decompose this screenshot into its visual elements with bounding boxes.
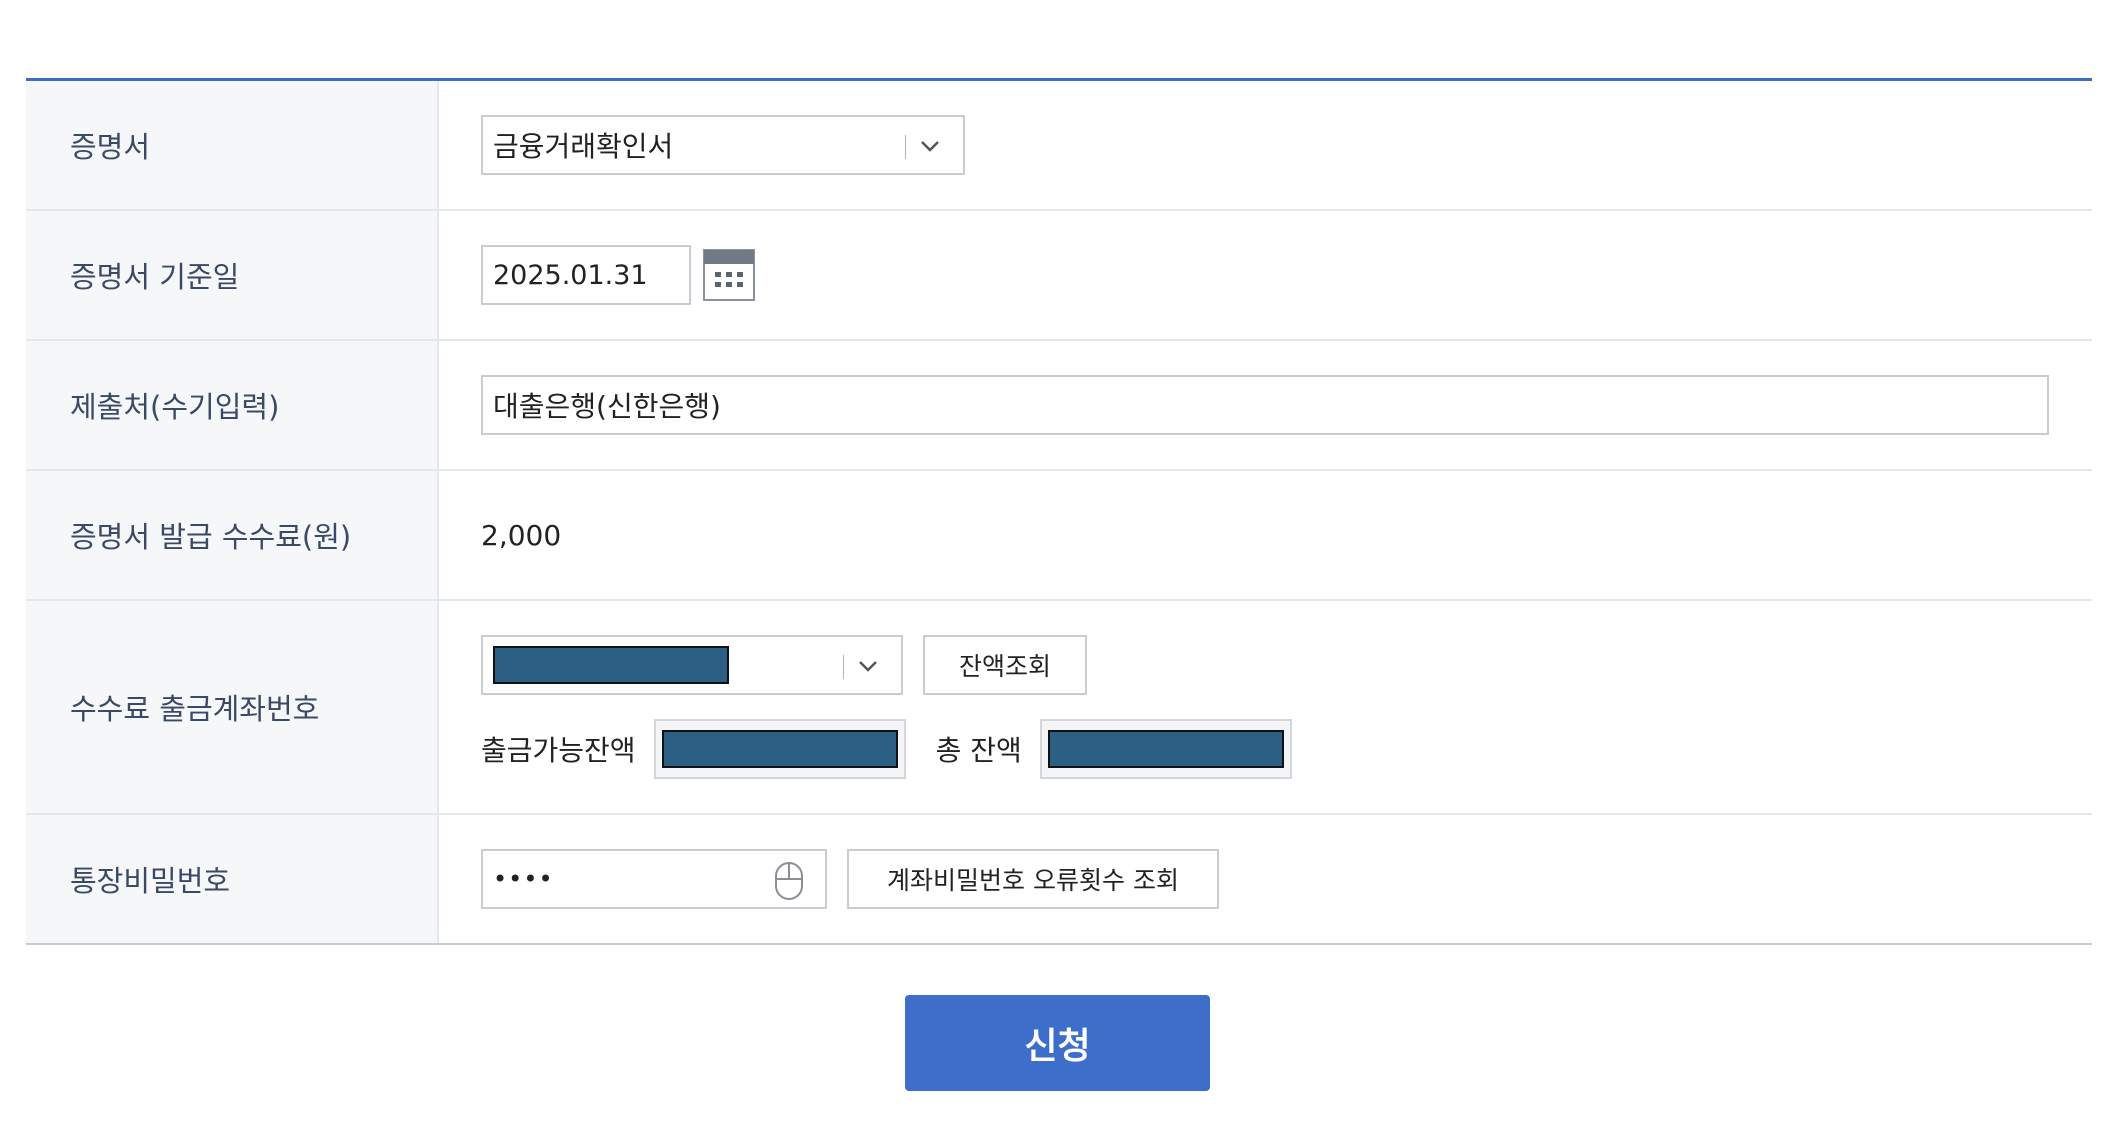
- row-certificate: 증명서 금융거래확인서: [26, 81, 2092, 211]
- password-error-count-button[interactable]: 계좌비밀번호 오류횟수 조회: [847, 849, 1219, 909]
- row-base-date: 증명서 기준일 2025.01.31: [26, 211, 2092, 341]
- available-balance-field: [653, 719, 906, 779]
- password-label: 통장비밀번호: [26, 815, 439, 943]
- fee-label: 증명서 발급 수수료(원): [26, 471, 439, 599]
- password-input[interactable]: ••••: [481, 849, 827, 909]
- certificate-form: 증명서 금융거래확인서 증명서 기준일 2025.01.31 제출처(수기입력)…: [26, 78, 2092, 945]
- base-date-label: 증명서 기준일: [26, 211, 439, 339]
- submit-to-label: 제출처(수기입력): [26, 341, 439, 469]
- chevron-down-icon: [859, 661, 877, 672]
- certificate-select-value: 금융거래확인서: [493, 130, 674, 163]
- balance-inquiry-button[interactable]: 잔액조회: [923, 635, 1087, 695]
- total-balance-label: 총 잔액: [935, 734, 1022, 767]
- total-balance-field: [1039, 719, 1292, 779]
- base-date-input[interactable]: 2025.01.31: [481, 245, 691, 305]
- row-fee-account: 수수료 출금계좌번호 잔액조회 출금가능잔액 총 잔액: [26, 601, 2092, 815]
- chevron-down-icon: [921, 141, 939, 152]
- row-password: 통장비밀번호 •••• 계좌비밀번호 오류횟수 조회: [26, 815, 2092, 945]
- submit-to-input[interactable]: 대출은행(신한은행): [481, 375, 2049, 435]
- row-submit-to: 제출처(수기입력) 대출은행(신한은행): [26, 341, 2092, 471]
- mouse-icon[interactable]: [773, 861, 805, 901]
- available-balance-masked: [661, 730, 898, 768]
- certificate-label: 증명서: [26, 81, 439, 209]
- fee-value: 2,000: [481, 518, 562, 552]
- row-fee: 증명서 발급 수수료(원) 2,000: [26, 471, 2092, 601]
- total-balance-masked: [1047, 730, 1284, 768]
- certificate-select[interactable]: 금융거래확인서: [481, 115, 965, 175]
- calendar-icon[interactable]: [703, 249, 755, 301]
- apply-button[interactable]: 신청: [905, 995, 1210, 1091]
- account-select[interactable]: [481, 635, 903, 695]
- account-number-masked: [493, 646, 729, 684]
- password-value: ••••: [493, 865, 554, 893]
- fee-account-label: 수수료 출금계좌번호: [26, 601, 439, 813]
- available-balance-label: 출금가능잔액: [481, 734, 636, 767]
